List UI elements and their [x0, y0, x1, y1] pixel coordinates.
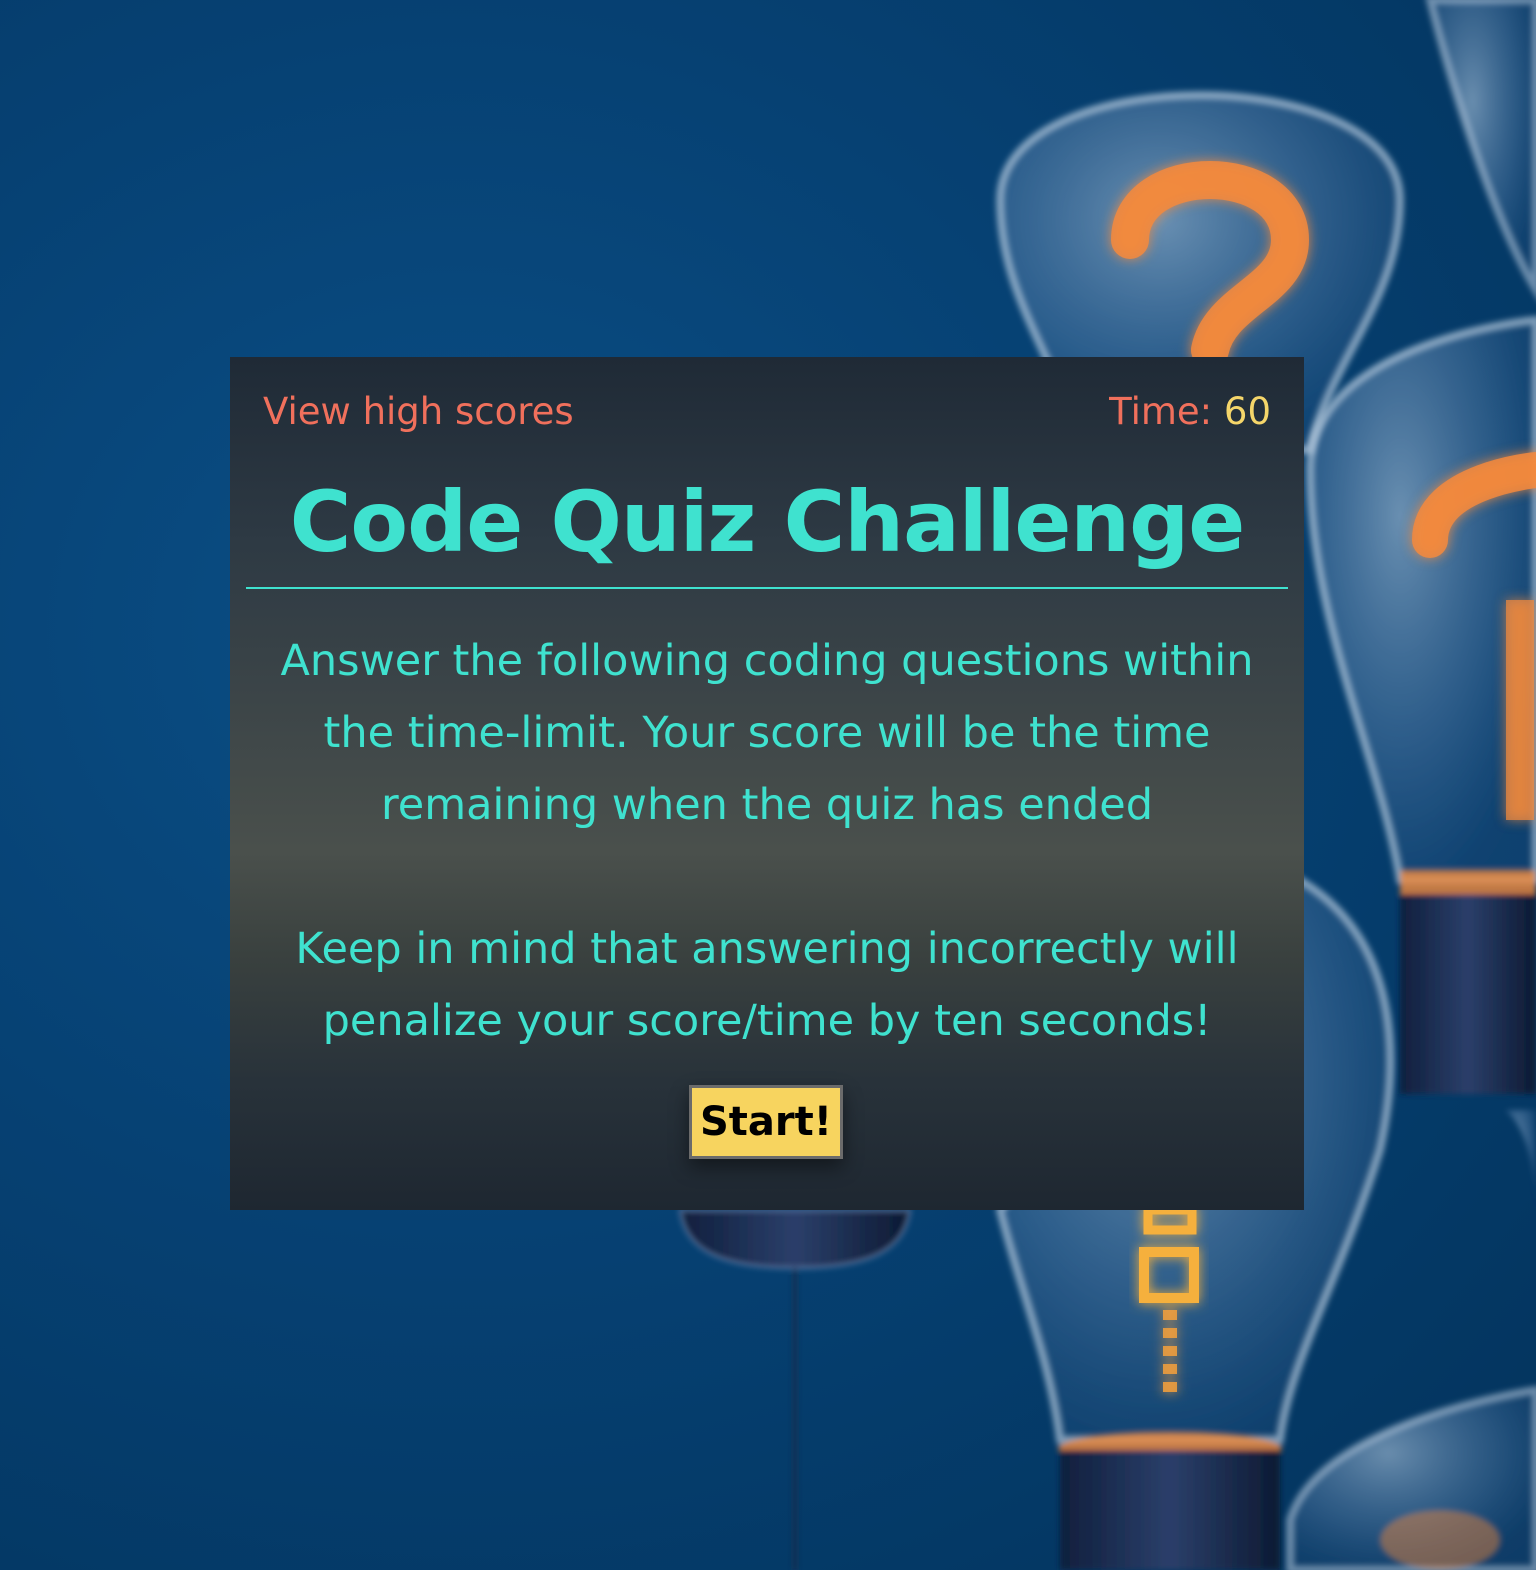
instructions-paragraph-1: Answer the following coding questions wi… [280, 636, 1254, 830]
timer-label: Time: [1109, 390, 1224, 433]
lightbulb-icon [678, 1208, 912, 1570]
quiz-card: View high scores Time: 60 Code Quiz Chal… [230, 357, 1304, 1210]
timer-value: 60 [1223, 390, 1271, 433]
instructions-paragraph-2: Keep in mind that answering incorrectly … [295, 924, 1239, 1046]
lightbulb-icon [1286, 1385, 1536, 1570]
timer: Time: 60 [1109, 387, 1271, 437]
lightbulb-icon [1425, 0, 1536, 298]
top-bar: View high scores Time: 60 [263, 387, 1271, 437]
view-high-scores-link[interactable]: View high scores [263, 387, 574, 437]
page-title: Code Quiz Challenge [246, 467, 1288, 589]
start-button[interactable]: Start! [689, 1085, 843, 1159]
instructions: Answer the following coding questions wi… [270, 625, 1264, 1057]
lightbulb-icon [1505, 1110, 1536, 1220]
